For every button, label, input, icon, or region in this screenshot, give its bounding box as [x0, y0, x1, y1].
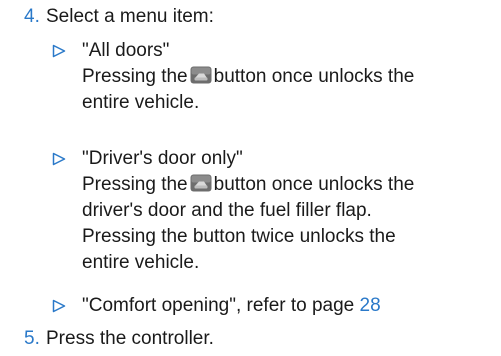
unlock-button-icon	[190, 66, 212, 84]
option-body: "All doors" Pressing the button once unl…	[82, 38, 500, 116]
option-description-line: entire vehicle.	[82, 252, 200, 273]
step-number: 5.	[24, 328, 40, 349]
option-body: "Comfort opening", refer to page 28	[82, 293, 500, 319]
step-text: Press the controller.	[46, 328, 214, 349]
option-title: "Driver's door only"	[82, 148, 243, 169]
option-description-line: Pressing the button twice unlocks the	[82, 226, 396, 247]
triangle-outline-right-icon	[52, 299, 66, 313]
page-reference-link[interactable]: 28	[360, 295, 381, 316]
step-text: Select a menu item:	[46, 6, 214, 27]
step-number: 4.	[24, 6, 40, 27]
option-title: "Comfort opening", refer to page 28	[82, 295, 381, 316]
manual-page: 4. Select a menu item: "All doors" Press…	[0, 0, 501, 356]
option-description-line: entire vehicle.	[82, 92, 200, 113]
triangle-outline-right-icon	[52, 44, 66, 58]
triangle-outline-right-icon	[52, 152, 66, 166]
option-body: "Driver's door only" Pressing the button…	[82, 146, 500, 276]
option-title: "All doors"	[82, 40, 170, 61]
option-description-line: Pressing the button once unlocks the	[82, 66, 415, 87]
unlock-button-icon	[190, 174, 212, 192]
option-description-line: driver's door and the fuel filler flap.	[82, 200, 372, 221]
option-description-line: Pressing the button once unlocks the	[82, 174, 415, 195]
